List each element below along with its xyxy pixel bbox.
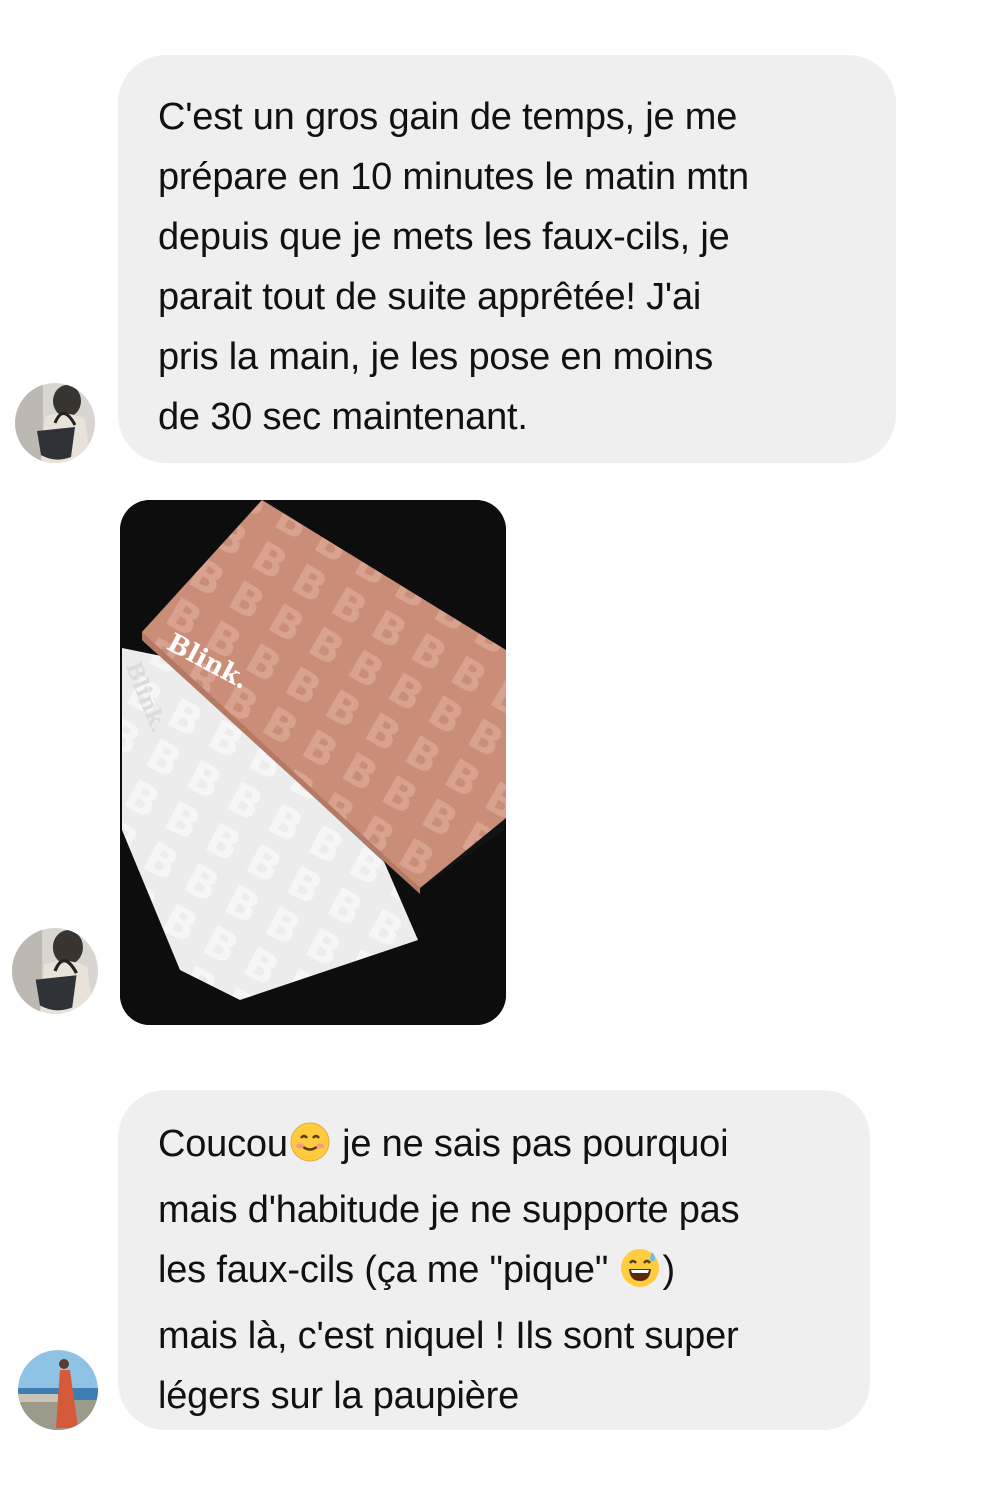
message-text-line: de 30 sec maintenant. bbox=[158, 396, 528, 438]
message-text-word: Coucou bbox=[158, 1123, 288, 1165]
message-bubble-1: C'est un gros gain de temps, je me prépa… bbox=[118, 55, 896, 463]
message-text-line: je ne sais pas pourquoi bbox=[342, 1123, 729, 1165]
avatar-photo-icon bbox=[15, 383, 95, 463]
avatar-user-2[interactable] bbox=[18, 1350, 98, 1430]
avatar-user-1[interactable] bbox=[15, 383, 95, 463]
grinning-sweat-emoji-icon bbox=[620, 1246, 660, 1306]
message-text-line: légers sur la paupière bbox=[158, 1375, 520, 1417]
message-bubble-3: Coucou je ne sais pas pourquoi mais d'ha… bbox=[118, 1090, 870, 1430]
message-text-line: C'est un gros gain de temps, je me bbox=[158, 96, 738, 138]
message-text-line: les faux-cils (ça me "pique" ) bbox=[158, 1240, 830, 1306]
message-text-line: pris la main, je les pose en moins bbox=[158, 336, 714, 378]
message-text-line: Coucou je ne sais pas pourquoi bbox=[158, 1114, 830, 1180]
message-text-line: les faux-cils (ça me "pique" bbox=[158, 1249, 609, 1291]
message-text-line: depuis que je mets les faux-cils, je bbox=[158, 216, 730, 258]
message-text-line: mais d'habitude je ne supporte pas bbox=[158, 1189, 740, 1231]
message-text-paren: ) bbox=[662, 1249, 675, 1291]
avatar-photo-icon bbox=[18, 1350, 98, 1430]
avatar-photo-icon bbox=[12, 928, 98, 1014]
message-photo[interactable]: B B Blink. Blink. bbox=[120, 500, 506, 1025]
message-text-line: parait tout de suite apprêtée! J'ai bbox=[158, 276, 702, 318]
message-text-line: mais là, c'est niquel ! Ils sont super bbox=[158, 1315, 739, 1357]
avatar-user-1[interactable] bbox=[12, 928, 98, 1014]
smiling-face-emoji-icon bbox=[290, 1120, 330, 1180]
message-text-line: prépare en 10 minutes le matin mtn bbox=[158, 156, 749, 198]
product-photo-illustration: B B bbox=[120, 500, 506, 1025]
